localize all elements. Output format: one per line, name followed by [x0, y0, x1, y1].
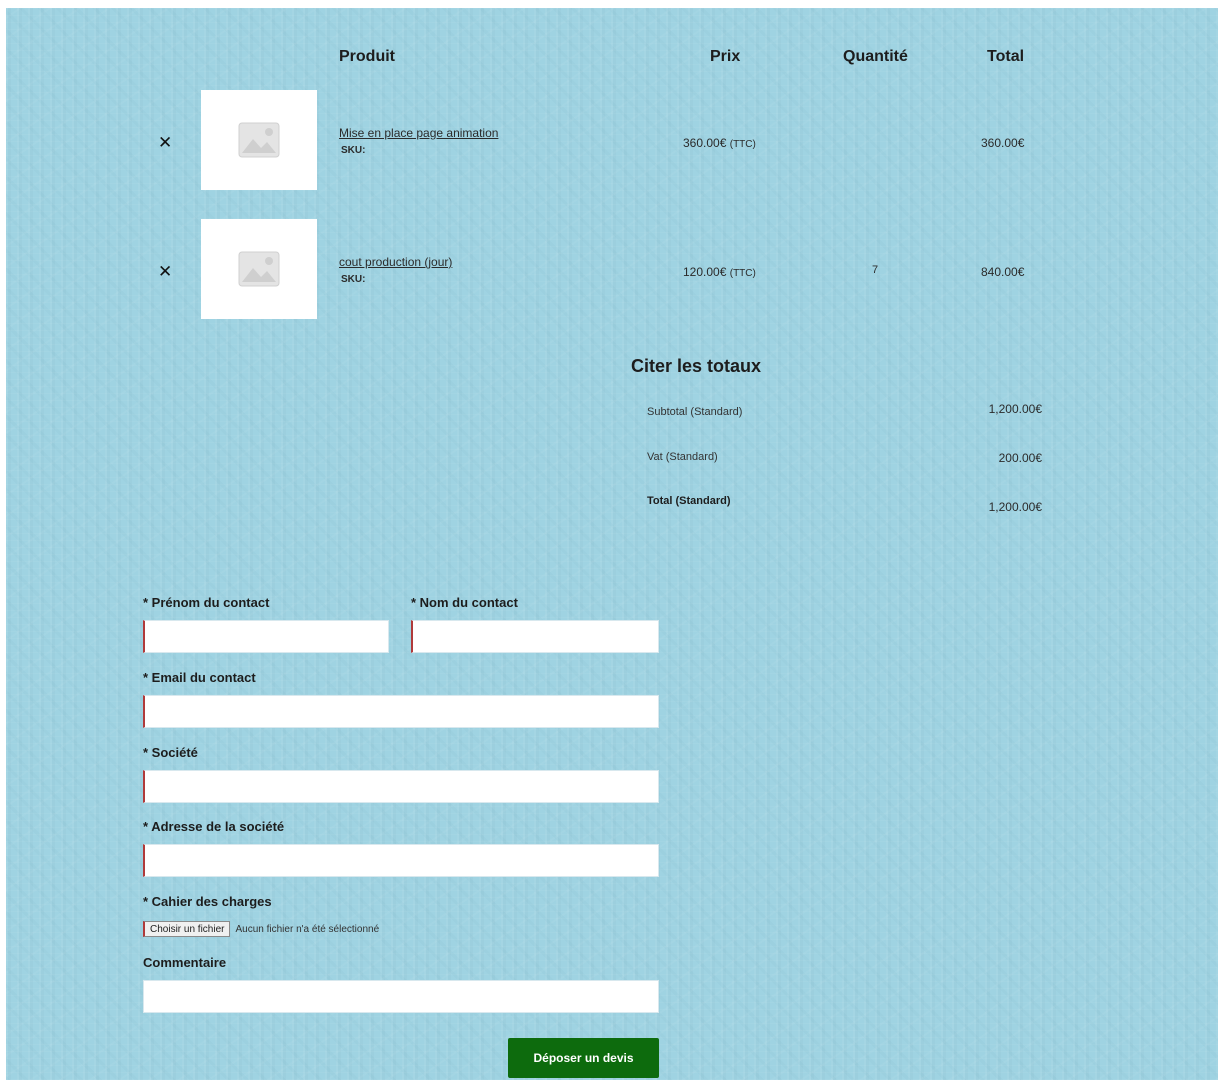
last-name-input[interactable] — [411, 620, 659, 653]
image-placeholder-icon — [238, 251, 280, 287]
first-name-label: * Prénom du contact — [143, 595, 270, 610]
column-header-total: Total — [987, 48, 1025, 65]
price-value: 120.00€ — [683, 265, 727, 279]
first-name-input[interactable] — [143, 620, 389, 653]
column-header-price: Prix — [710, 48, 741, 65]
email-input[interactable] — [143, 695, 659, 728]
page-background: Produit Prix Quantité Total ✕ Mise en pl… — [6, 8, 1218, 1080]
column-header-product: Produit — [339, 48, 395, 65]
product-price: 360.00€ (TTC) — [683, 136, 756, 150]
totals-title: Citer les totaux — [631, 356, 762, 376]
subtotal-value: 1,200.00€ — [988, 402, 1042, 416]
company-address-label: * Adresse de la société — [143, 819, 285, 834]
last-name-label: * Nom du contact — [411, 595, 518, 610]
price-suffix: (TTC) — [729, 268, 756, 279]
grand-total-value: 1,200.00€ — [988, 500, 1042, 514]
product-thumbnail[interactable] — [201, 219, 317, 319]
price-value: 360.00€ — [683, 136, 727, 150]
remove-item-icon[interactable]: ✕ — [158, 134, 172, 151]
comment-input[interactable] — [143, 980, 659, 1013]
file-upload: Choisir un fichier Aucun fichier n'a été… — [143, 921, 379, 937]
price-suffix: (TTC) — [729, 139, 756, 150]
cart-row: ✕ Mise en place page animation SKU: 360.… — [6, 90, 1218, 190]
choose-file-button[interactable]: Choisir un fichier — [143, 921, 231, 937]
grand-total-label: Total (Standard) — [647, 495, 731, 507]
cart-row: ✕ cout production (jour) SKU: 120.00€ (T… — [6, 219, 1218, 319]
remove-item-icon[interactable]: ✕ — [158, 263, 172, 280]
submit-quote-button[interactable]: Déposer un devis — [508, 1038, 659, 1078]
comment-label: Commentaire — [143, 955, 227, 970]
product-sku: SKU: — [341, 145, 366, 156]
product-name-link[interactable]: Mise en place page animation — [339, 126, 498, 140]
specs-label: * Cahier des charges — [143, 894, 272, 909]
company-input[interactable] — [143, 770, 659, 803]
product-total: 840.00€ — [981, 265, 1025, 279]
subtotal-label: Subtotal (Standard) — [647, 406, 743, 418]
column-header-quantity: Quantité — [843, 48, 908, 65]
product-sku: SKU: — [341, 274, 366, 285]
image-placeholder-icon — [238, 122, 280, 158]
company-label: * Société — [143, 745, 198, 760]
company-address-input[interactable] — [143, 844, 659, 877]
file-status-text: Aucun fichier n'a été sélectionné — [235, 923, 380, 935]
product-quantity: 7 — [872, 264, 879, 276]
product-price: 120.00€ (TTC) — [683, 265, 756, 279]
email-label: * Email du contact — [143, 670, 256, 685]
vat-value: 200.00€ — [998, 451, 1042, 465]
product-name-link[interactable]: cout production (jour) — [339, 255, 452, 269]
vat-label: Vat (Standard) — [647, 451, 718, 463]
product-total: 360.00€ — [981, 136, 1025, 150]
product-thumbnail[interactable] — [201, 90, 317, 190]
